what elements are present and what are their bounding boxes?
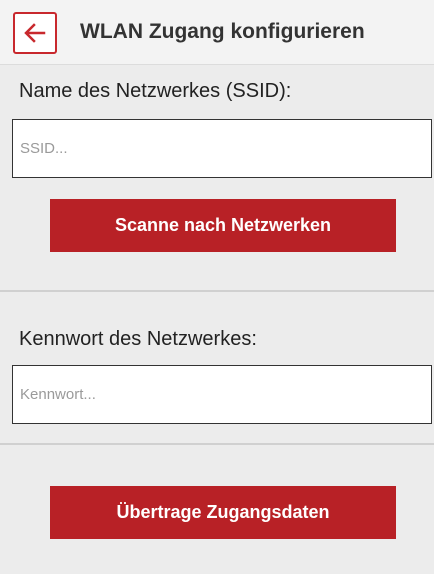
arrow-left-icon <box>24 23 46 43</box>
app-bar: WLAN Zugang konfigurieren <box>0 0 434 65</box>
scan-networks-button[interactable]: Scanne nach Netzwerken <box>50 199 396 252</box>
back-button[interactable] <box>13 12 57 54</box>
page-title: WLAN Zugang konfigurieren <box>80 20 365 43</box>
section-divider <box>0 443 434 445</box>
submit-credentials-button[interactable]: Übertrage Zugangsdaten <box>50 486 396 539</box>
section-divider <box>0 290 434 292</box>
password-label: Kennwort des Netzwerkes: <box>19 328 257 350</box>
ssid-input[interactable] <box>12 119 432 178</box>
ssid-label: Name des Netzwerkes (SSID): <box>19 80 292 102</box>
password-input[interactable] <box>12 365 432 424</box>
